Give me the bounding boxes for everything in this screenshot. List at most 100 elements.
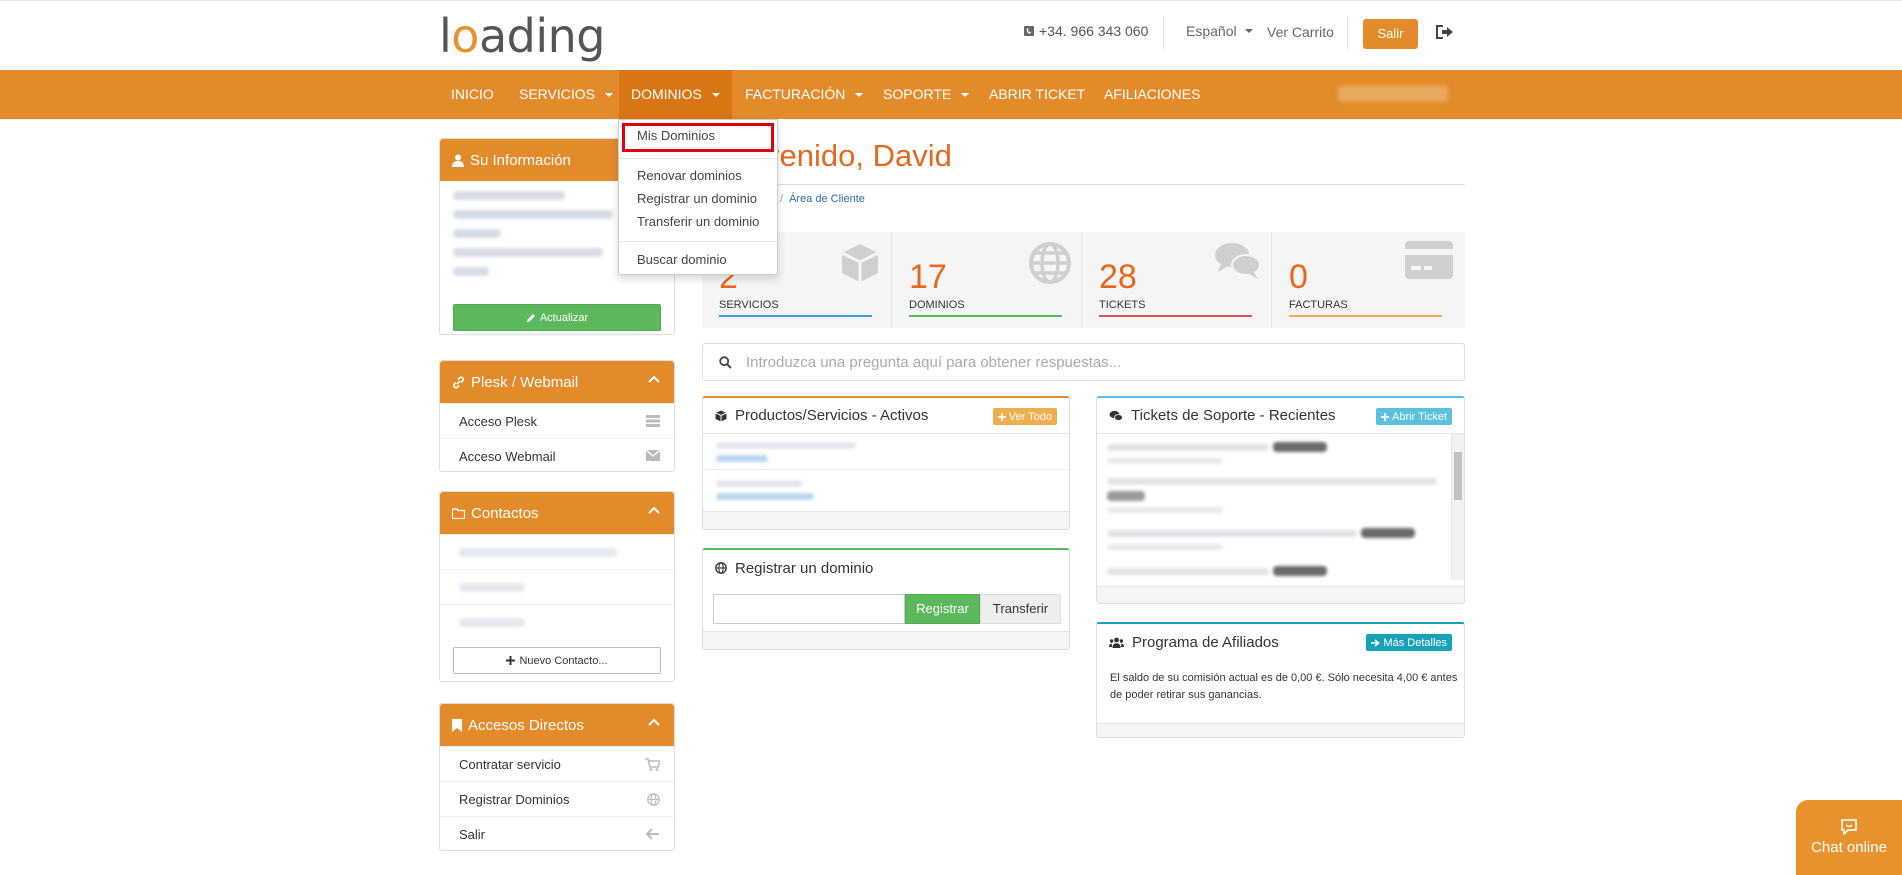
phone-icon: [1023, 25, 1035, 37]
sidebar-item-label: Salir: [459, 826, 486, 842]
user-icon: [452, 154, 464, 167]
card-affiliates-header: Programa de Afiliados Más Detalles: [1097, 624, 1464, 660]
card-tickets: Tickets de Soporte - Recientes Abrir Tic…: [1096, 396, 1465, 604]
dropdown-item-transferir[interactable]: Transferir un dominio: [637, 214, 759, 229]
card-title: Registrar un dominio: [735, 559, 874, 577]
stat-bar: [1289, 315, 1442, 317]
stat-label: FACTURAS: [1289, 299, 1348, 311]
affiliate-balance-text: El saldo de su comisión actual es de 0,0…: [1110, 672, 1458, 701]
kb-search-input[interactable]: Introduzca una pregunta aquí para obtene…: [702, 343, 1465, 381]
ticket-item[interactable]: [1107, 566, 1327, 576]
badge-label: Abrir Ticket: [1391, 410, 1447, 423]
nav-servicios[interactable]: SERVICIOS: [507, 70, 625, 119]
open-ticket-button[interactable]: Abrir Ticket: [1375, 408, 1452, 425]
nav-abrir-ticket[interactable]: ABRIR TICKET: [977, 70, 1097, 119]
nav-afiliaciones[interactable]: AFILIACIONES: [1092, 70, 1212, 119]
panel-title: Plesk / Webmail: [471, 373, 579, 391]
chevron-up-icon[interactable]: [648, 375, 660, 383]
dropdown-item-buscar[interactable]: Buscar dominio: [637, 252, 727, 267]
panel-plesk-header[interactable]: Plesk / Webmail: [440, 361, 674, 403]
panel-plesk: Plesk / Webmail Acceso Plesk Acceso Webm…: [439, 360, 675, 472]
breadcrumb: / Área de Cliente: [780, 193, 865, 205]
panel-contacts-header[interactable]: Contactos: [440, 492, 674, 534]
stat-tickets[interactable]: 28 TICKETS: [1082, 232, 1272, 328]
account-menu-redacted[interactable]: [1338, 86, 1448, 102]
button-label: Nuevo Contacto...: [519, 654, 608, 667]
chevron-down-icon: [711, 92, 720, 97]
nav-inicio[interactable]: INICIO: [439, 70, 506, 119]
dominios-dropdown: Mis Dominios Renovar dominios Registrar …: [618, 119, 778, 275]
chevron-up-icon[interactable]: [648, 718, 660, 726]
comments-icon: [1109, 410, 1123, 422]
stat-bar: [1099, 315, 1252, 317]
card-footer: [703, 631, 1069, 649]
stat-facturas[interactable]: 0 FACTURAS: [1272, 232, 1462, 328]
cube-icon: [837, 240, 883, 286]
folder-icon: [452, 507, 465, 519]
panel-shortcuts-header[interactable]: Accesos Directos: [440, 704, 674, 746]
contact-item[interactable]: [440, 534, 674, 569]
divider: [703, 469, 1069, 470]
new-contact-button[interactable]: Nuevo Contacto...: [453, 647, 661, 674]
chat-widget[interactable]: Chat online: [1796, 800, 1902, 875]
card-title: Programa de Afiliados: [1132, 633, 1279, 651]
nav-soporte[interactable]: SOPORTE: [871, 70, 981, 119]
dropdown-item-renovar[interactable]: Renovar dominios: [637, 168, 742, 183]
stat-dominios[interactable]: 17 DOMINIOS: [892, 232, 1082, 328]
nav-label: SERVICIOS: [519, 86, 595, 102]
stat-bar: [909, 315, 1062, 317]
sidebar-item-contratar[interactable]: Contratar servicio: [440, 746, 674, 781]
sidebar-item-acceso-plesk[interactable]: Acceso Plesk: [440, 403, 674, 438]
view-all-button[interactable]: Ver Todo: [992, 408, 1057, 425]
breadcrumb-current[interactable]: Área de Cliente: [789, 193, 865, 205]
nav-label: INICIO: [451, 86, 494, 102]
contact-item[interactable]: [440, 569, 674, 604]
transfer-button[interactable]: Transferir: [980, 594, 1061, 624]
cube-icon: [715, 410, 727, 422]
more-details-button[interactable]: Más Detalles: [1366, 634, 1452, 651]
language-selector[interactable]: Español: [1186, 23, 1253, 39]
stat-value: 0: [1289, 258, 1308, 296]
panel-shortcuts: Accesos Directos Contratar servicio Regi…: [439, 703, 675, 851]
logo[interactable]: loading: [439, 13, 605, 59]
nav-dominios[interactable]: DOMINIOS: [619, 70, 732, 119]
product-item[interactable]: [716, 480, 814, 500]
contact-item[interactable]: [440, 604, 674, 639]
divider: [619, 158, 777, 159]
chevron-down-icon: [605, 92, 613, 97]
dropdown-item-registrar[interactable]: Registrar un dominio: [637, 191, 757, 206]
panel-title: Su Información: [470, 151, 571, 169]
register-button[interactable]: Registrar: [905, 594, 980, 624]
ticket-item[interactable]: [1107, 478, 1437, 513]
logout-icon[interactable]: [1434, 23, 1454, 41]
card-products: Productos/Servicios - Activos Ver Todo: [702, 396, 1070, 530]
plus-icon: [506, 656, 516, 665]
sidebar-item-acceso-webmail[interactable]: Acceso Webmail: [440, 438, 674, 473]
nav-label: FACTURACIÓN: [745, 86, 846, 102]
chevron-down-icon: [1244, 29, 1253, 33]
card-tickets-header: Tickets de Soporte - Recientes Abrir Tic…: [1097, 398, 1464, 434]
scrollbar-thumb[interactable]: [1454, 452, 1462, 500]
nav-label: SOPORTE: [883, 86, 952, 102]
cart-link[interactable]: Ver Carrito: [1267, 24, 1334, 40]
stat-label: TICKETS: [1099, 299, 1146, 311]
domain-input[interactable]: [713, 594, 905, 624]
credit-card-icon: [1404, 240, 1454, 280]
tickets-scrollbar[interactable]: [1451, 434, 1464, 580]
ticket-item[interactable]: [1107, 528, 1415, 550]
sidebar-item-label: Contratar servicio: [459, 756, 561, 772]
sidebar-item-salir[interactable]: Salir: [440, 816, 674, 851]
product-item[interactable]: [716, 442, 856, 462]
chevron-up-icon[interactable]: [648, 506, 660, 514]
chat-label: Chat online: [1811, 839, 1887, 856]
sidebar-item-registrar-dominios[interactable]: Registrar Dominios: [440, 781, 674, 816]
update-info-button[interactable]: Actualizar: [453, 304, 661, 331]
logout-button[interactable]: Salir: [1363, 19, 1418, 49]
plus-icon: [997, 412, 1006, 421]
nav-facturacion[interactable]: FACTURACIÓN: [733, 70, 875, 119]
bookmark-icon: [452, 718, 462, 732]
ticket-item[interactable]: [1107, 442, 1327, 464]
card-register-header: Registrar un dominio: [703, 550, 1069, 586]
badge-label: Ver Todo: [1008, 410, 1052, 423]
panel-title: Contactos: [471, 504, 539, 522]
